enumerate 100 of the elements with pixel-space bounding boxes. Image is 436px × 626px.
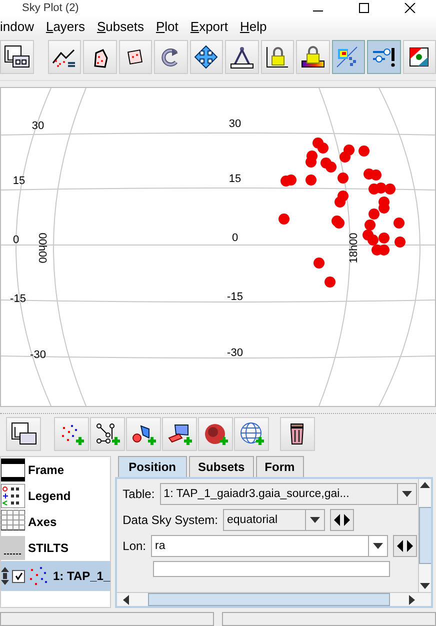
prev-next-button[interactable] bbox=[393, 535, 417, 557]
latitude-label: 30 bbox=[32, 120, 44, 132]
sketch-button[interactable] bbox=[332, 40, 365, 74]
menu-item[interactable]: Export bbox=[190, 18, 228, 34]
windows-icon bbox=[4, 45, 30, 69]
windows-button[interactable] bbox=[0, 40, 34, 74]
data-point bbox=[334, 196, 346, 208]
layer-item[interactable]: Legend bbox=[1, 483, 110, 509]
data-point bbox=[340, 152, 350, 162]
scroll-up-icon[interactable] bbox=[420, 482, 430, 488]
data-point bbox=[324, 276, 336, 288]
data-point bbox=[314, 258, 324, 268]
data-point bbox=[370, 170, 382, 180]
data-point bbox=[368, 234, 378, 246]
lock-axes-icon bbox=[264, 45, 290, 69]
add-area-icon bbox=[166, 422, 192, 446]
longitude-label: 00h00 bbox=[36, 232, 48, 264]
export-button[interactable] bbox=[402, 40, 436, 74]
data-point bbox=[394, 236, 406, 248]
add-globe-icon bbox=[238, 422, 264, 446]
close-icon[interactable] bbox=[404, 3, 416, 13]
add-sky-button[interactable] bbox=[234, 417, 269, 451]
subset-box-button[interactable] bbox=[118, 40, 152, 74]
compass-button[interactable] bbox=[225, 40, 258, 74]
data-point bbox=[358, 146, 370, 156]
progress-button[interactable] bbox=[367, 40, 400, 74]
table-combo[interactable]: 1: TAP_1_gaiadr3.gaia_source,gai... bbox=[160, 483, 417, 505]
data-point bbox=[378, 232, 390, 244]
scroll-thumb[interactable] bbox=[418, 507, 431, 564]
left-right-arrows-icon bbox=[333, 514, 352, 526]
add-pairs-icon bbox=[94, 422, 120, 446]
data-point bbox=[368, 208, 380, 220]
data-point bbox=[376, 182, 386, 194]
layer-item[interactable]: Frame bbox=[1, 457, 110, 483]
windows-button[interactable] bbox=[6, 417, 41, 451]
add-mark-button[interactable] bbox=[126, 417, 161, 451]
dropdown-arrow-icon bbox=[310, 517, 320, 523]
lock-axes-button[interactable] bbox=[260, 40, 294, 74]
drag-handle-icon[interactable] bbox=[1, 566, 9, 586]
latitude-label: 15 bbox=[228, 173, 242, 185]
data-point bbox=[394, 218, 404, 228]
left-right-arrows-icon bbox=[396, 540, 414, 552]
data-point bbox=[278, 214, 290, 224]
check-icon bbox=[14, 571, 24, 581]
latitude-label: -15 bbox=[10, 293, 26, 305]
add-pairs-button[interactable] bbox=[90, 417, 125, 451]
lock-aux-button[interactable] bbox=[296, 40, 330, 74]
add-points-button[interactable] bbox=[54, 417, 89, 451]
latitude-label: 0 bbox=[12, 234, 20, 246]
scroll-right-icon[interactable] bbox=[408, 594, 415, 604]
sky-system-combo[interactable]: equatorial bbox=[223, 509, 326, 531]
latitude-label: -30 bbox=[227, 347, 243, 359]
subset-line-button[interactable] bbox=[48, 40, 81, 74]
navigate-button[interactable] bbox=[190, 40, 223, 74]
latitude-label: -30 bbox=[30, 349, 46, 361]
add-density-button[interactable] bbox=[198, 417, 233, 451]
data-point bbox=[318, 142, 328, 154]
sky-plot[interactable]: 30 15 0 -15 -30 30 15 0 -15 -30 00h00 18h00 bbox=[0, 87, 436, 407]
replot-button[interactable] bbox=[154, 40, 188, 74]
compass-icon bbox=[228, 45, 255, 69]
scroll-down-icon[interactable] bbox=[420, 583, 430, 589]
lon-combo[interactable]: ra bbox=[151, 535, 388, 557]
move-icon bbox=[193, 45, 220, 69]
menu-item[interactable]: Help bbox=[240, 18, 267, 34]
latitude-label: 15 bbox=[12, 175, 26, 187]
data-point bbox=[326, 162, 336, 172]
scroll-left-icon[interactable] bbox=[122, 594, 129, 604]
data-point bbox=[306, 156, 316, 168]
data-point bbox=[384, 184, 396, 194]
windows-icon bbox=[10, 422, 36, 446]
add-area-button[interactable] bbox=[162, 417, 197, 451]
tab[interactable]: Position bbox=[118, 456, 187, 477]
layer-checkbox[interactable] bbox=[12, 570, 25, 582]
scroll-thumb[interactable] bbox=[148, 593, 390, 606]
menu-item[interactable]: Plot bbox=[156, 18, 178, 34]
layer-item[interactable]: 1: TAP_1_ bbox=[1, 561, 110, 591]
window-title: Sky Plot (2) bbox=[22, 2, 79, 14]
dropdown-arrow-icon bbox=[373, 543, 383, 549]
latitude-label: -15 bbox=[227, 291, 243, 303]
layer-item[interactable]: Axes bbox=[1, 509, 110, 535]
horizontal-scrollbar[interactable] bbox=[116, 592, 431, 606]
menu-item[interactable]: Subsets bbox=[97, 18, 144, 34]
field-label: Table: bbox=[122, 487, 155, 501]
vertical-scrollbar[interactable] bbox=[418, 479, 431, 592]
lock-colorbar-icon bbox=[300, 45, 326, 69]
data-point bbox=[378, 244, 390, 256]
subset-blob-button[interactable] bbox=[83, 40, 116, 74]
tab[interactable]: Form bbox=[256, 456, 304, 477]
tab[interactable]: Subsets bbox=[188, 456, 254, 477]
prev-next-button[interactable] bbox=[330, 509, 354, 531]
data-point bbox=[286, 174, 296, 186]
maximize-icon[interactable] bbox=[358, 3, 370, 13]
menu-item[interactable]: Layers bbox=[46, 18, 85, 34]
data-point bbox=[338, 172, 348, 184]
sliders-icon bbox=[370, 45, 397, 69]
add-density-icon bbox=[202, 422, 228, 446]
latitude-label: 0 bbox=[232, 232, 238, 244]
layer-item[interactable]: STILTS bbox=[1, 535, 110, 561]
menu-item[interactable]: indow bbox=[0, 18, 34, 34]
delete-button[interactable] bbox=[280, 417, 315, 451]
